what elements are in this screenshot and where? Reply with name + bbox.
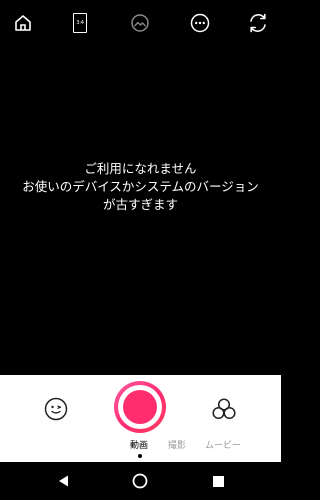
- more-icon[interactable]: [188, 11, 212, 35]
- unavailable-message: ご利用になれません お使いのデバイスかシステムのバージョン が古すぎます: [0, 160, 281, 214]
- mode-tabs: 動画 撮影 ムービー: [0, 438, 281, 458]
- top-toolbar: 3:4: [0, 0, 281, 48]
- system-nav-bar: [0, 462, 281, 500]
- switch-camera-icon[interactable]: [246, 11, 270, 35]
- record-ring: [118, 385, 162, 429]
- face-sticker-icon[interactable]: [43, 396, 69, 422]
- message-line-3: が古すぎます: [102, 197, 178, 212]
- home-nav-icon[interactable]: [132, 473, 148, 489]
- tab-video[interactable]: 動画: [130, 438, 148, 451]
- tab-photo[interactable]: 撮影: [168, 438, 186, 451]
- message-line-2: お使いのデバイスかシステムのバージョン: [22, 179, 259, 194]
- back-icon[interactable]: [56, 473, 72, 489]
- record-button[interactable]: [114, 381, 166, 433]
- tab-movie[interactable]: ムービー: [205, 438, 241, 451]
- message-line-1: ご利用になれません: [84, 161, 197, 176]
- camera-controls-panel: 動画 撮影 ムービー: [0, 375, 281, 462]
- effects-icon[interactable]: [210, 396, 238, 422]
- recents-icon[interactable]: [210, 473, 226, 489]
- aspect-ratio-icon[interactable]: 3:4: [68, 11, 92, 35]
- home-icon[interactable]: [11, 11, 35, 35]
- active-tab-indicator: [138, 454, 142, 458]
- camera-screen: 3:4 ご利用になれません お使いのデバイスかシステムのバージョン が古すぎます…: [0, 0, 281, 500]
- aspect-ratio-label: 3:4: [73, 13, 87, 33]
- record-dot: [123, 390, 157, 424]
- image-icon[interactable]: [128, 11, 152, 35]
